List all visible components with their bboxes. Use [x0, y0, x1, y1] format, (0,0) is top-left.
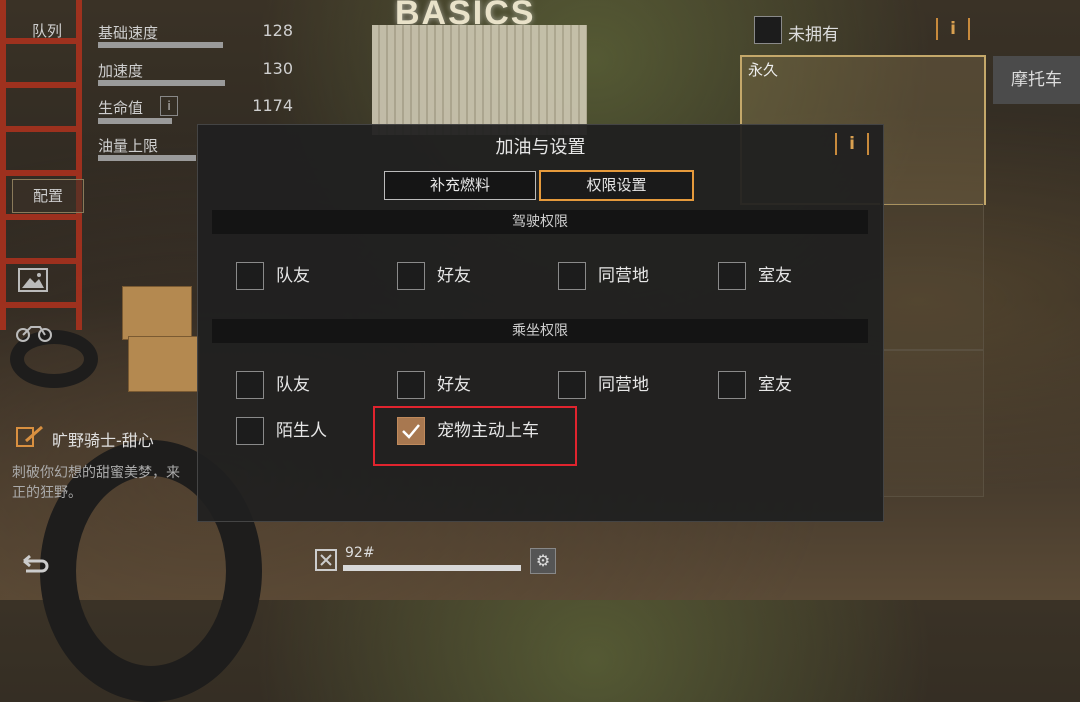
ride-permission-header: 乘坐权限 [212, 319, 868, 343]
ride-friend-checkbox[interactable] [397, 371, 425, 399]
drive-camp-checkbox[interactable] [558, 262, 586, 290]
stat-value-accel: 130 [262, 59, 293, 78]
drive-friend-checkbox[interactable] [397, 262, 425, 290]
ride-camp-label: 同营地 [598, 375, 649, 395]
ride-camp-checkbox[interactable] [558, 371, 586, 399]
pegboard [372, 25, 587, 135]
cardboard-box [128, 336, 200, 392]
queue-label: 队列 [32, 22, 63, 40]
motorcycle-tab[interactable]: 摩托车 [993, 56, 1080, 104]
vehicle-card[interactable] [880, 350, 984, 497]
stat-bar-fuel-cap [98, 155, 196, 161]
drive-teammate-checkbox[interactable] [236, 262, 264, 290]
fuel-type-label: 92# [345, 545, 375, 561]
cardboard-box [122, 286, 192, 340]
settings-gear-icon[interactable]: ⚙ [530, 548, 556, 574]
drive-friend-label: 好友 [437, 266, 471, 286]
ride-roommate-checkbox[interactable] [718, 371, 746, 399]
fuel-pump-icon [314, 548, 338, 576]
info-icon[interactable]: i [160, 96, 178, 116]
dialog-title: 加油与设置 [495, 137, 586, 158]
drive-permission-header: 驾驶权限 [212, 210, 868, 234]
ride-teammate-label: 队友 [276, 375, 310, 395]
back-icon[interactable] [20, 553, 50, 579]
card-badge: 永久 [748, 61, 779, 79]
drive-roommate-label: 室友 [758, 266, 792, 286]
motorcycle-icon[interactable] [16, 320, 52, 346]
stat-bar-accel [98, 80, 225, 86]
not-owned-label: 未拥有 [788, 25, 839, 45]
ride-roommate-label: 室友 [758, 375, 792, 395]
stat-label-fuel-cap: 油量上限 [98, 137, 159, 155]
refuel-settings-dialog: 加油与设置 i 补充燃料 权限设置 驾驶权限 队友 好友 同营地 室友 乘坐权限… [197, 124, 884, 522]
vehicle-desc-line1: 刺破你幻想的甜蜜美梦，来 [12, 465, 180, 481]
stat-value-hp: 1174 [252, 96, 293, 115]
fuel-gauge [343, 565, 521, 571]
not-owned-checkbox[interactable] [754, 16, 782, 44]
stat-bar-speed [98, 42, 223, 48]
vehicle-card[interactable] [880, 203, 984, 350]
image-icon[interactable] [18, 268, 48, 292]
ride-stranger-label: 陌生人 [276, 421, 327, 441]
edit-icon[interactable] [16, 425, 46, 447]
ride-stranger-checkbox[interactable] [236, 417, 264, 445]
vehicle-name: 旷野骑士-甜心 [52, 431, 154, 450]
config-button[interactable]: 配置 [12, 179, 84, 213]
stat-label-accel: 加速度 [98, 62, 144, 80]
stat-value-speed: 128 [262, 21, 293, 40]
drive-roommate-checkbox[interactable] [718, 262, 746, 290]
stat-bar-hp [98, 118, 172, 124]
tab-permissions[interactable]: 权限设置 [539, 170, 694, 201]
tab-refuel[interactable]: 补充燃料 [384, 171, 536, 200]
drive-teammate-label: 队友 [276, 266, 310, 286]
stat-label-hp: 生命值 [98, 99, 144, 117]
info-icon[interactable]: i [835, 133, 869, 155]
drive-camp-label: 同营地 [598, 266, 649, 286]
vehicle-desc-line2: 正的狂野。 [12, 485, 82, 501]
highlight-box [373, 406, 577, 466]
stat-label-speed: 基础速度 [98, 24, 159, 42]
info-icon[interactable]: i [936, 18, 970, 40]
ride-friend-label: 好友 [437, 375, 471, 395]
ride-teammate-checkbox[interactable] [236, 371, 264, 399]
